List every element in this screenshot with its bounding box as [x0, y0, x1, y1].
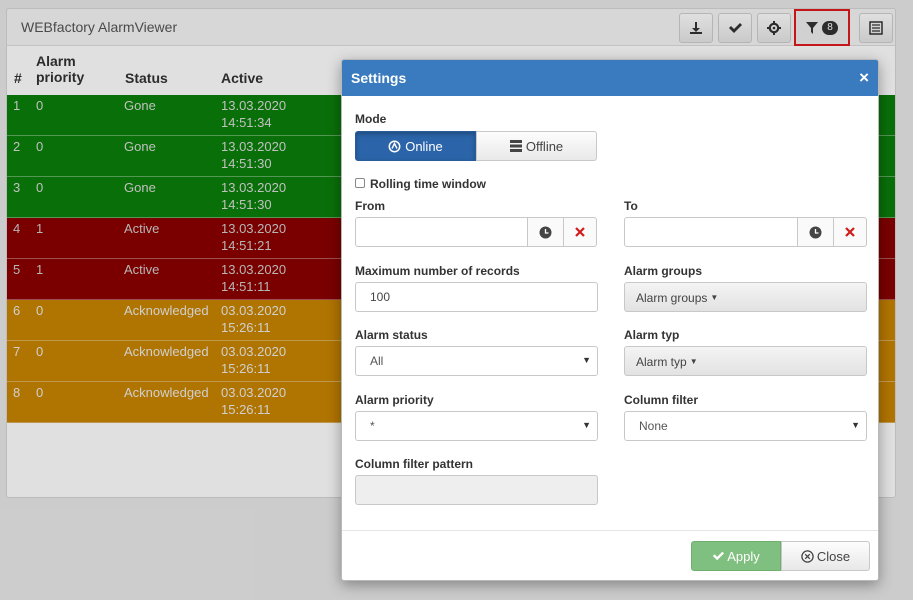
online-mode-label: Online — [405, 138, 443, 154]
to-clear-button[interactable] — [833, 217, 867, 247]
select-arrow-icon: ▼ — [582, 420, 591, 430]
from-clear-button[interactable] — [563, 217, 597, 247]
alarm-status-select[interactable]: All ▼ — [355, 346, 598, 376]
alarm-status-value: All — [370, 354, 384, 368]
settings-dialog-title: Settings — [351, 70, 407, 86]
close-icon[interactable]: × — [859, 68, 869, 88]
caret-down-icon: ▼ — [689, 357, 698, 366]
clock-icon — [539, 226, 552, 238]
max-records-input[interactable]: 100 — [355, 282, 598, 312]
alarm-priority-select[interactable]: * ▼ — [355, 411, 598, 441]
max-records-label: Maximum number of records — [355, 264, 520, 278]
mode-label: Mode — [355, 112, 387, 126]
from-label: From — [355, 199, 385, 213]
clear-icon — [845, 227, 855, 237]
close-button-label: Close — [816, 548, 851, 564]
rolling-time-window-label[interactable]: Rolling time window — [370, 177, 486, 191]
column-filter-label: Column filter — [624, 393, 698, 407]
from-input[interactable] — [355, 217, 528, 247]
clear-icon — [575, 227, 585, 237]
column-filter-value: None — [639, 419, 668, 433]
caret-down-icon: ▼ — [710, 293, 719, 302]
to-label: To — [624, 199, 638, 213]
offline-mode-button[interactable]: Offline — [476, 131, 597, 161]
close-circle-icon — [801, 549, 814, 563]
offline-mode-label: Offline — [525, 138, 564, 154]
column-filter-pattern-label: Column filter pattern — [355, 457, 474, 471]
close-button[interactable]: Close — [781, 541, 870, 571]
settings-dialog-header: Settings × — [342, 60, 878, 96]
alarm-groups-label: Alarm groups — [624, 264, 703, 278]
check-icon — [713, 551, 725, 561]
settings-dialog-footer: Apply Close — [342, 530, 878, 580]
settings-dialog: Settings × Mode Online Offline Rolling t… — [341, 59, 879, 581]
alarm-status-label: Alarm status — [355, 328, 428, 342]
alarm-priority-label: Alarm priority — [355, 393, 434, 407]
column-filter-pattern-input[interactable] — [355, 475, 598, 505]
alarm-typ-label: Alarm typ — [624, 328, 680, 342]
mode-toggle: Online Offline — [355, 131, 597, 161]
clock-icon — [809, 226, 822, 238]
server-icon — [509, 140, 522, 152]
to-input[interactable] — [624, 217, 798, 247]
alarm-groups-dropdown-label: Alarm groups — [636, 291, 708, 305]
alarm-typ-dropdown[interactable]: Alarm typ ▼ — [624, 346, 867, 376]
select-arrow-icon: ▼ — [851, 420, 860, 430]
from-time-button[interactable] — [527, 217, 564, 247]
column-filter-select[interactable]: None ▼ — [624, 411, 867, 441]
apply-button[interactable]: Apply — [691, 541, 781, 571]
online-icon — [388, 140, 401, 152]
to-time-button[interactable] — [797, 217, 834, 247]
alarm-priority-value: * — [370, 419, 375, 433]
alarm-groups-dropdown[interactable]: Alarm groups ▼ — [624, 282, 867, 312]
online-mode-button[interactable]: Online — [355, 131, 476, 161]
apply-button-label: Apply — [727, 548, 760, 564]
rolling-time-window-checkbox[interactable] — [355, 178, 365, 188]
alarm-typ-dropdown-label: Alarm typ — [636, 355, 687, 369]
select-arrow-icon: ▼ — [582, 355, 591, 365]
